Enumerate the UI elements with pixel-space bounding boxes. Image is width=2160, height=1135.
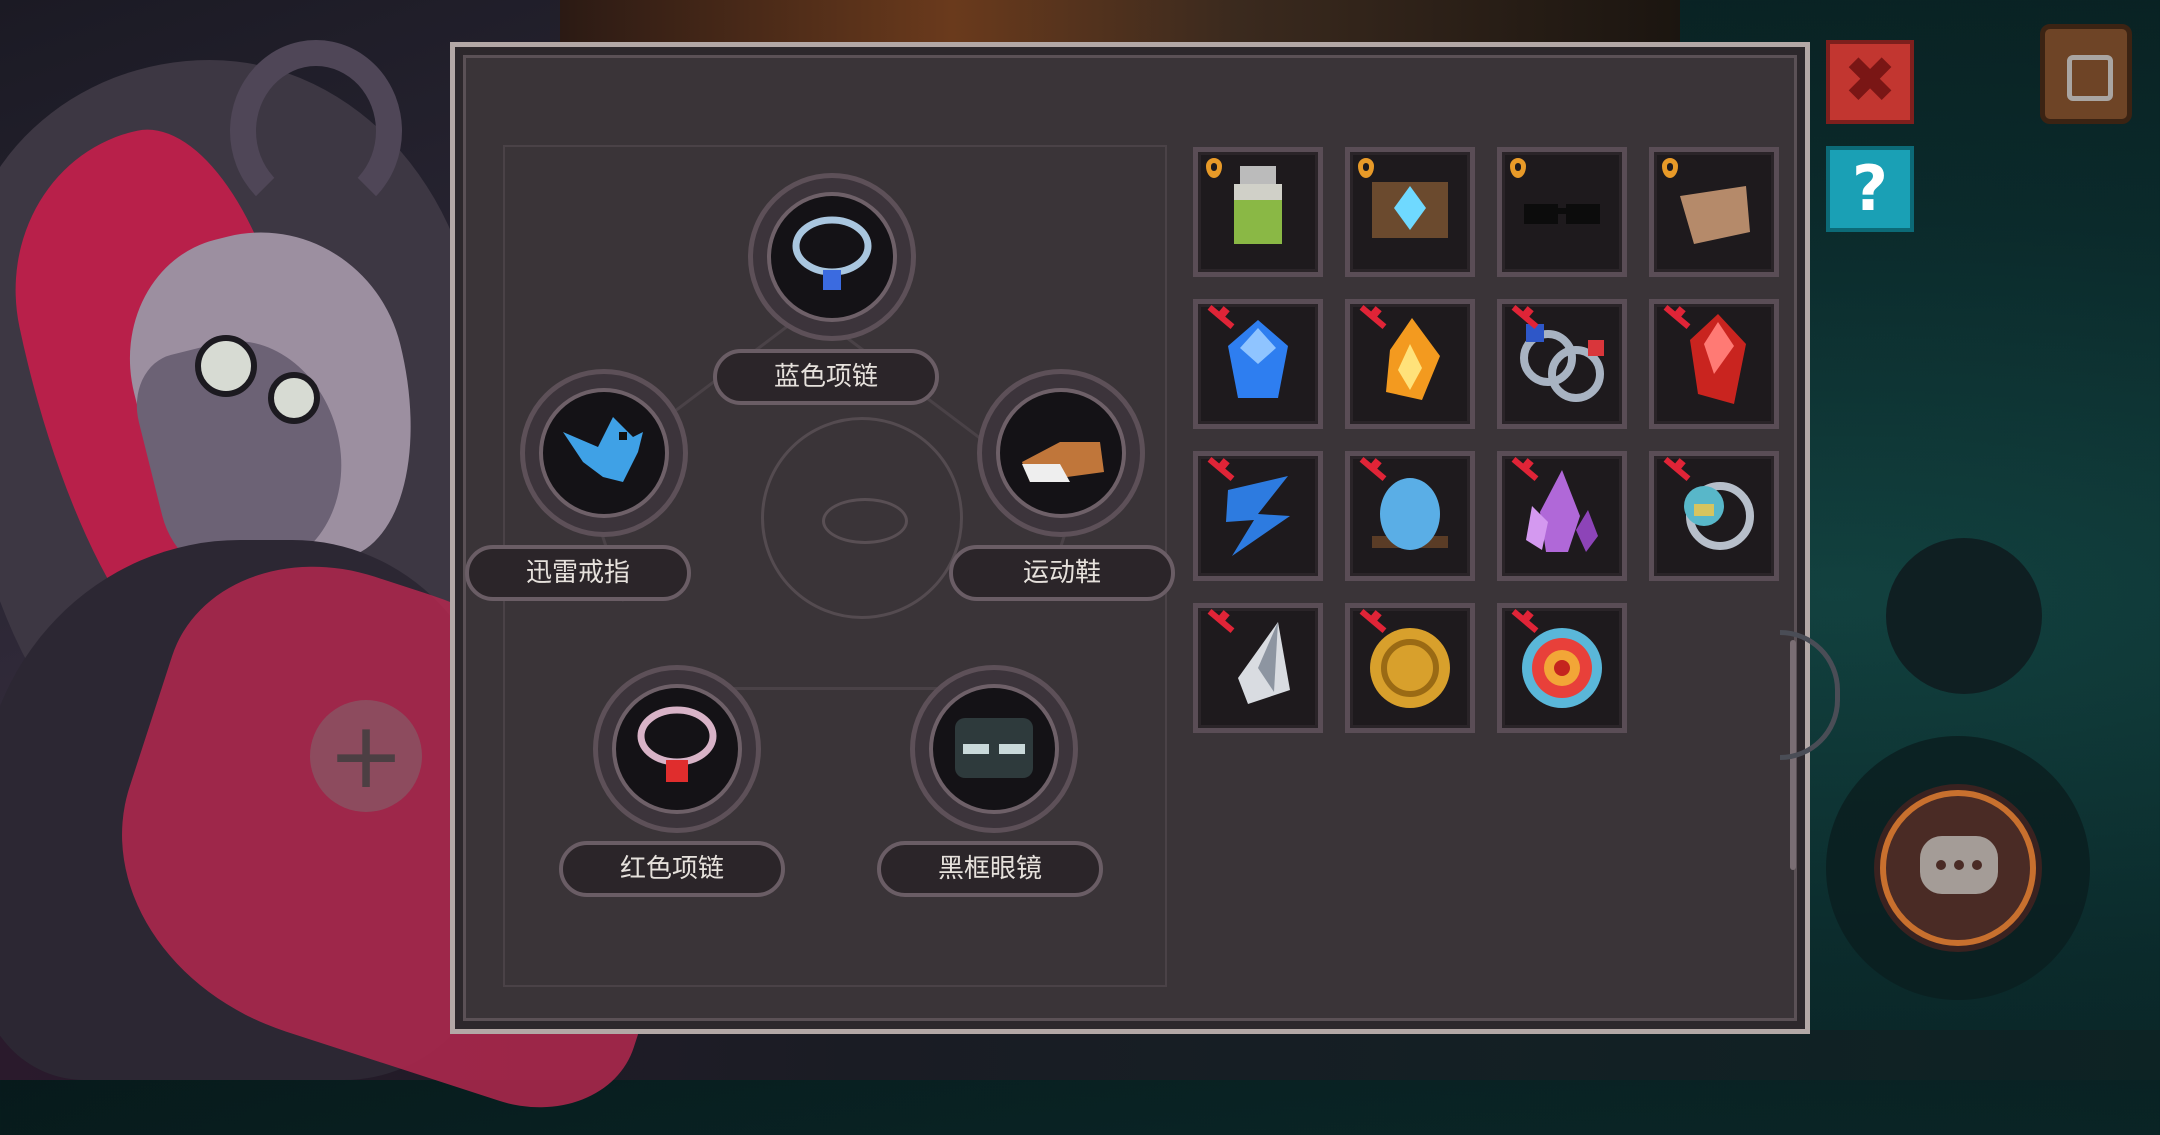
add-button[interactable]: + <box>310 700 422 812</box>
item-slot[interactable] <box>1649 299 1779 429</box>
twin-rings-icon <box>1520 324 1604 402</box>
item-slot[interactable] <box>1345 451 1475 581</box>
help-button[interactable]: ? <box>1826 146 1914 232</box>
talent-label-sneakers[interactable]: 运动鞋 <box>949 545 1175 601</box>
talent-node-sneakers[interactable] <box>977 369 1145 537</box>
talent-node-blue-necklace[interactable] <box>748 173 916 341</box>
villain-glasses-left <box>195 335 257 397</box>
item-slot[interactable] <box>1193 147 1323 277</box>
black-glasses-icon <box>929 684 1059 814</box>
chat-button[interactable] <box>1880 790 2036 946</box>
villain-glasses-right <box>268 372 320 424</box>
item-slot[interactable] <box>1497 603 1627 733</box>
purple-crystal-icon <box>1526 470 1598 552</box>
red-necklace-icon <box>612 684 742 814</box>
talent-node-thunder-ring[interactable] <box>520 369 688 537</box>
red-crystal-icon <box>1690 314 1746 404</box>
item-slot[interactable] <box>1497 147 1627 277</box>
globe-ring-icon <box>1684 482 1754 550</box>
blue-necklace-icon <box>767 192 897 322</box>
item-slot[interactable] <box>1497 451 1627 581</box>
item-slot[interactable] <box>1193 299 1323 429</box>
sneaker-icon <box>996 388 1126 518</box>
talent-label-black-glasses[interactable]: 黑框眼镜 <box>877 841 1103 897</box>
shield-lock-icon <box>1660 158 1680 182</box>
item-slot[interactable] <box>1193 603 1323 733</box>
villain-horn <box>230 40 402 222</box>
talent-label-red-necklace[interactable]: 红色项链 <box>559 841 785 897</box>
lightning-boot-icon <box>1226 476 1290 556</box>
item-slot[interactable] <box>1649 147 1779 277</box>
blue-egg-icon <box>1372 478 1448 550</box>
talent-label-thunder-ring[interactable]: 迅雷戒指 <box>465 545 691 601</box>
talent-panel: 蓝色项链 迅雷戒指 运动鞋 红色项链 黑框眼镜 <box>450 42 1810 1034</box>
bag-icon <box>2067 55 2113 101</box>
talent-node-black-glasses[interactable] <box>910 665 1078 833</box>
item-slot[interactable] <box>1345 147 1475 277</box>
inventory-button[interactable] <box>2040 24 2132 124</box>
skill-ring-partial <box>1780 630 1840 760</box>
item-slot[interactable] <box>1193 451 1323 581</box>
shield-lock-icon <box>1508 158 1528 182</box>
silver-horn-icon <box>1238 622 1290 704</box>
talent-label-blue-necklace[interactable]: 蓝色项链 <box>713 349 939 405</box>
item-slot[interactable] <box>1345 603 1475 733</box>
target-badge-icon <box>1522 628 1602 708</box>
item-slot[interactable] <box>1345 299 1475 429</box>
fire-crystal-icon <box>1386 318 1440 400</box>
chat-bubble-icon <box>1920 836 1998 894</box>
item-slot[interactable] <box>1497 299 1627 429</box>
talent-node-red-necklace[interactable] <box>593 665 761 833</box>
blue-bird-icon <box>539 388 669 518</box>
eye-sigil-icon <box>761 417 963 619</box>
shield-lock-icon <box>1356 158 1376 182</box>
close-button[interactable]: ✖ <box>1826 40 1914 124</box>
skill-button[interactable] <box>1886 538 2042 694</box>
blue-gem-icon <box>1228 320 1288 398</box>
shield-lock-icon <box>1204 158 1224 182</box>
item-slot[interactable] <box>1649 451 1779 581</box>
gold-coin-icon <box>1370 628 1450 708</box>
